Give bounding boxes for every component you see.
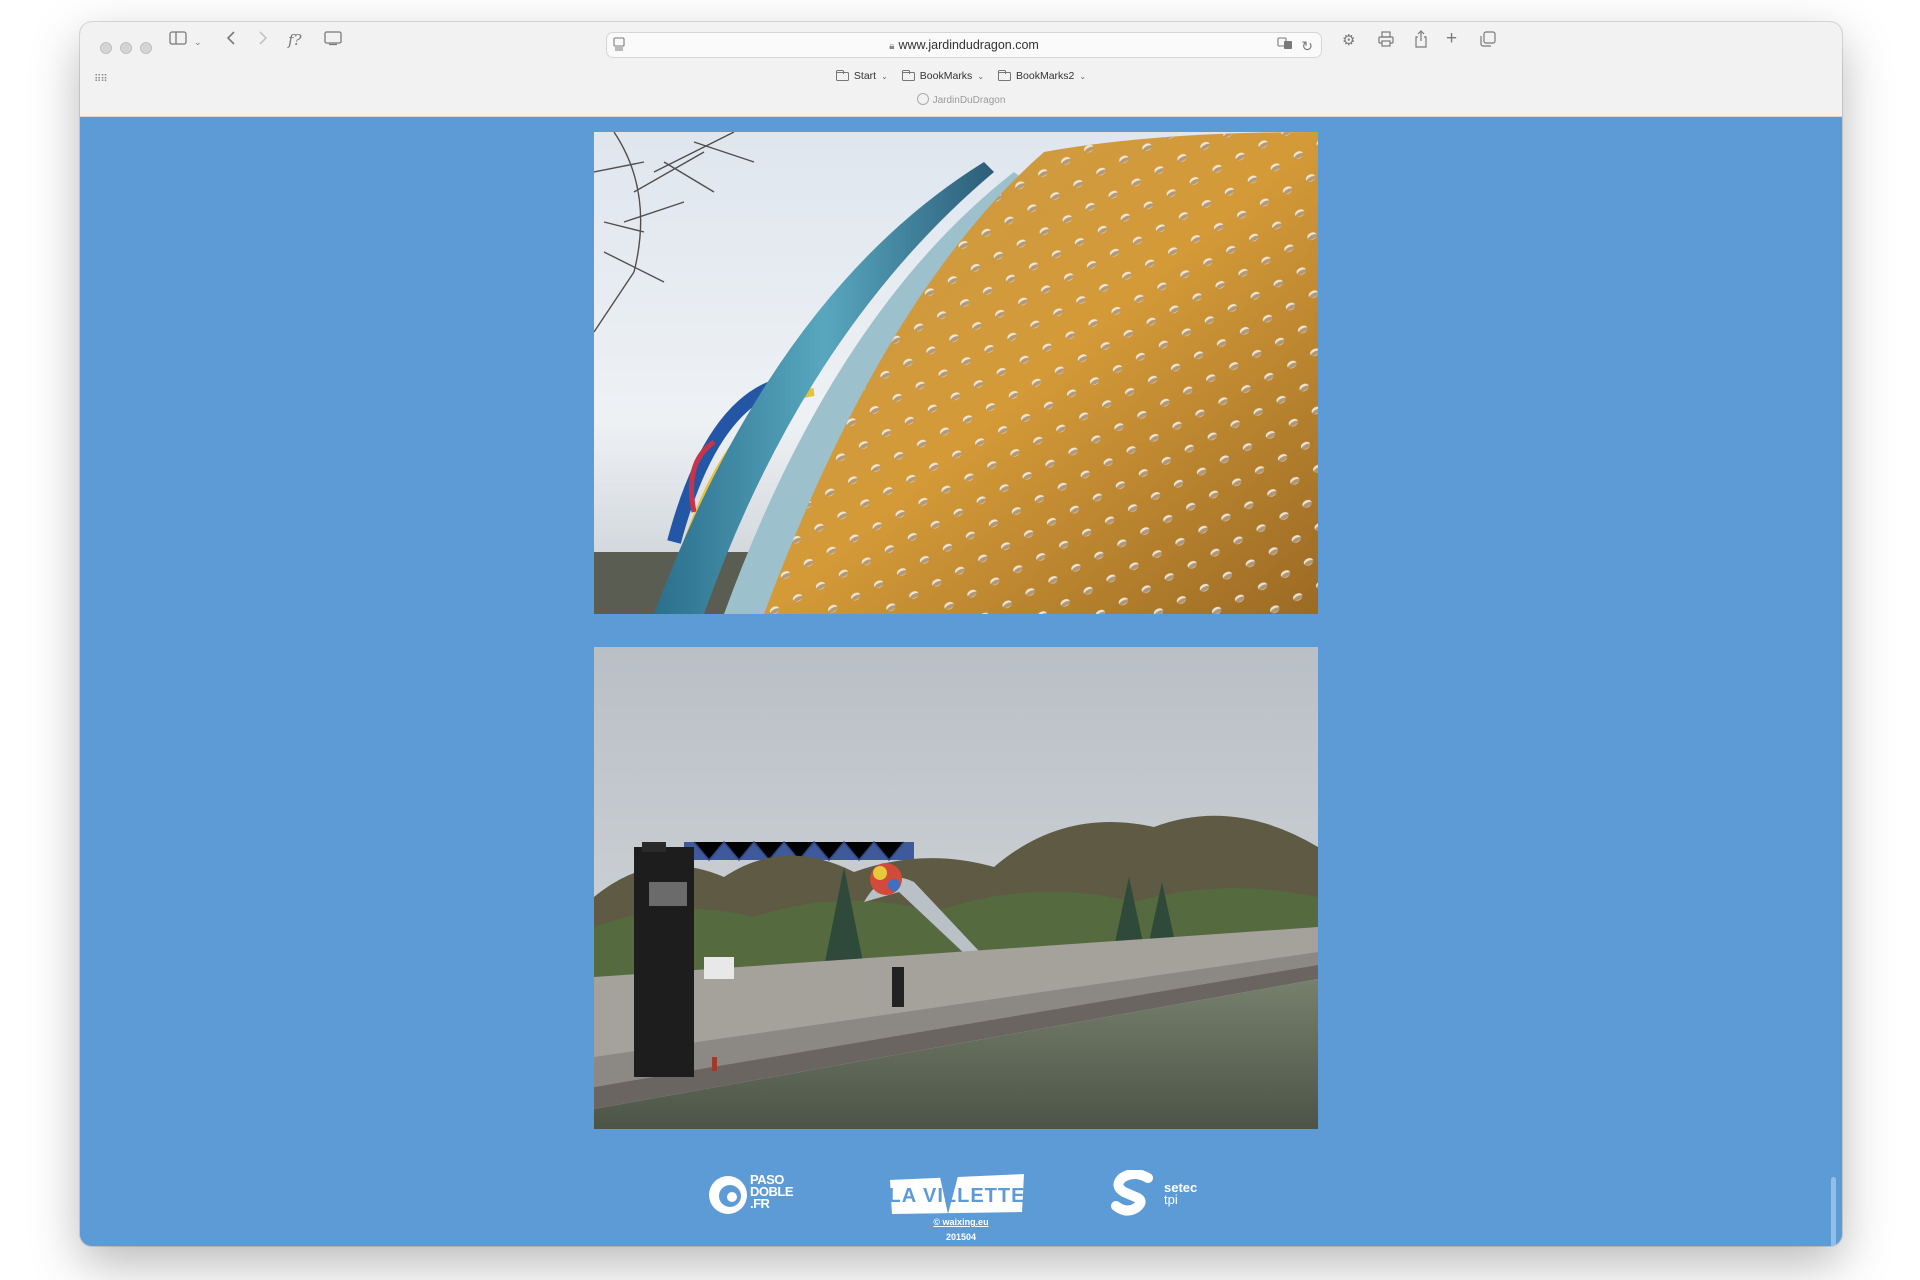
screen-icon[interactable] xyxy=(324,31,342,52)
pasodoble-text: PASO DOBLE .FR xyxy=(750,1173,794,1211)
dragon-surface-photo xyxy=(594,132,1318,614)
browser-window: ⌄ f? 🔒︎ www.jardindudragon.com ↻ ⚙ + ⠿⠿ … xyxy=(80,22,1842,1246)
translate-icon[interactable] xyxy=(1277,36,1293,56)
chevron-down-icon: ⌄ xyxy=(977,71,985,81)
bookmark-start[interactable]: Start ⌄ xyxy=(835,69,888,82)
url-text-container: 🔒︎ www.jardindudragon.com xyxy=(607,38,1321,52)
reload-icon[interactable]: ↻ xyxy=(1301,36,1313,56)
footer-date: 201504 xyxy=(945,1232,977,1242)
bookmark-bookmarks2-label: BookMarks2 xyxy=(1016,70,1075,82)
bookmark-bookmarks[interactable]: BookMarks ⌄ xyxy=(901,69,985,82)
credit-link[interactable]: © waixing.eu xyxy=(933,1217,988,1227)
folder-icon xyxy=(997,69,1012,81)
close-window-button[interactable] xyxy=(100,42,112,54)
new-tab-icon[interactable]: + xyxy=(1446,29,1457,49)
bookmark-start-label: Start xyxy=(853,70,877,82)
extensions-gear-icon[interactable]: ⚙ xyxy=(1342,31,1355,51)
address-bar[interactable]: 🔒︎ www.jardindudragon.com ↻ xyxy=(606,32,1322,58)
credit-line: © waixing.eu xyxy=(80,1217,1842,1227)
page-scrollbar[interactable] xyxy=(1831,1177,1836,1246)
pasodoble-logo[interactable]: PASO DOBLE .FR xyxy=(708,1172,804,1218)
zoom-window-button[interactable] xyxy=(140,42,152,54)
chevron-down-icon: ⌄ xyxy=(1079,71,1087,81)
share-icon[interactable] xyxy=(1414,30,1428,54)
site-favicon-icon xyxy=(916,93,929,105)
folder-icon xyxy=(835,69,849,81)
tab-overview-icon[interactable] xyxy=(1480,31,1496,53)
window-controls xyxy=(100,42,152,54)
browser-toolbar: ⌄ f? 🔒︎ www.jardindudragon.com ↻ ⚙ + ⠿⠿ … xyxy=(80,22,1842,117)
tab-title-text: JardinDuDragon xyxy=(932,95,1006,106)
bookmarks-bar: Start ⌄ BookMarks ⌄ BookMarks2 ⌄ xyxy=(80,69,1842,82)
back-icon[interactable] xyxy=(226,30,236,52)
pasodoble-line3: .FR xyxy=(750,1196,770,1211)
la-villette-text: LA VILLETTE xyxy=(888,1185,1026,1207)
page-content: PASO DOBLE .FR LA VILLETTE setec tpi © w… xyxy=(80,117,1842,1246)
setec-logo[interactable]: setec tpi xyxy=(1110,1170,1210,1218)
sidebar-menu-chevron-icon[interactable]: ⌄ xyxy=(194,32,202,52)
print-icon[interactable] xyxy=(1378,31,1394,53)
setec-text: setec tpi xyxy=(1164,1181,1197,1207)
chevron-down-icon: ⌄ xyxy=(881,71,888,81)
tab-title[interactable]: JardinDuDragon xyxy=(80,93,1842,106)
park-canal-photo xyxy=(594,647,1318,1129)
formula-button[interactable]: f? xyxy=(288,30,302,50)
lock-icon: 🔒︎ xyxy=(889,41,895,52)
la-villette-logo[interactable]: LA VILLETTE xyxy=(888,1172,1026,1216)
url-text: www.jardindudragon.com xyxy=(898,38,1039,52)
forward-icon[interactable] xyxy=(258,30,268,52)
folder-icon xyxy=(901,69,915,81)
setec-line2: tpi xyxy=(1164,1192,1178,1207)
bookmark-bookmarks2[interactable]: BookMarks2 ⌄ xyxy=(997,69,1087,82)
bookmark-bookmarks-label: BookMarks xyxy=(919,70,973,82)
minimize-window-button[interactable] xyxy=(120,42,132,54)
sidebar-toggle-icon[interactable] xyxy=(168,31,188,51)
